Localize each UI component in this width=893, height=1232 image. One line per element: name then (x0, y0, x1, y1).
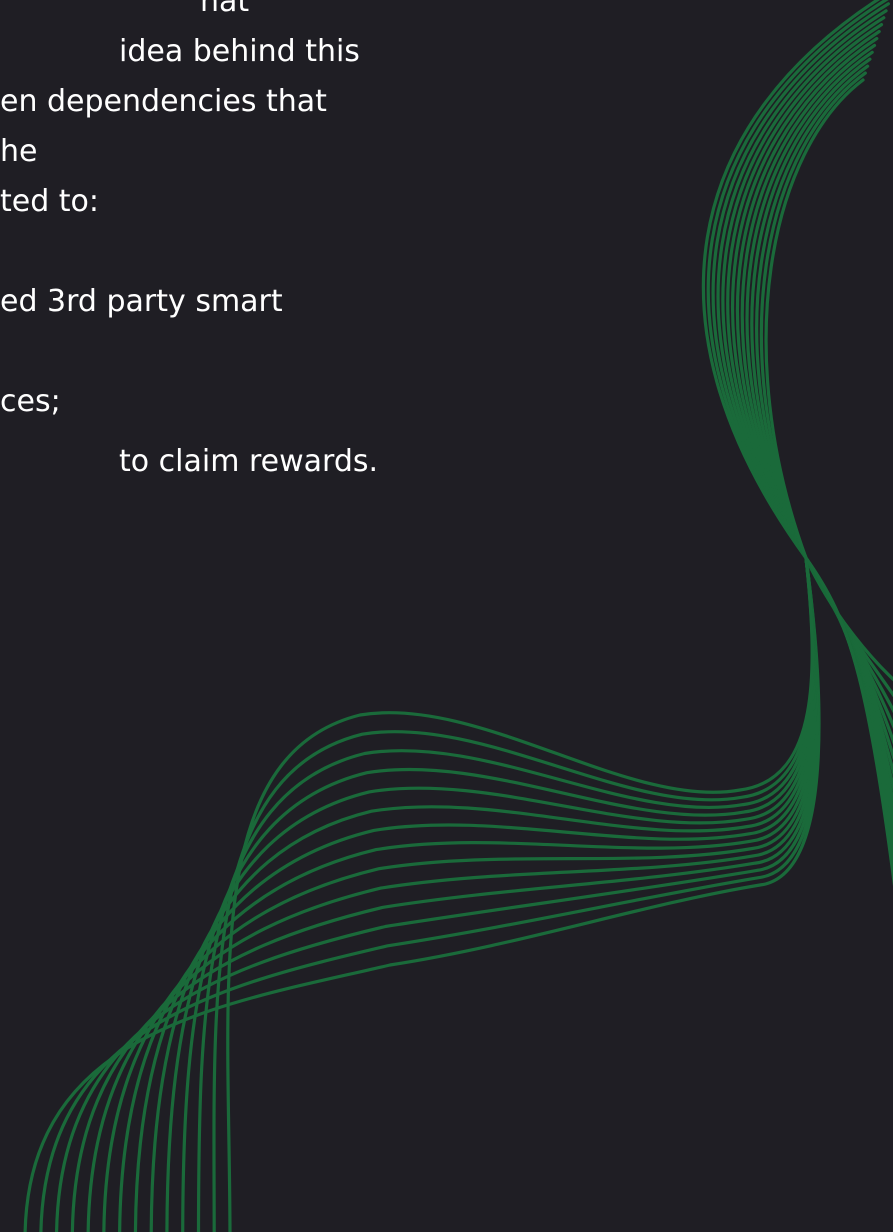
wave-line-lower (181, 556, 816, 1232)
wave-line-lower (196, 556, 815, 1232)
decorative-wave-lines (23, 0, 893, 1232)
document-page: hat idea behind this en dependencies tha… (0, 0, 893, 1232)
wave-line-lower (212, 556, 815, 1232)
wave-line-lower (23, 556, 821, 1232)
wave-line-lower (226, 556, 814, 1232)
